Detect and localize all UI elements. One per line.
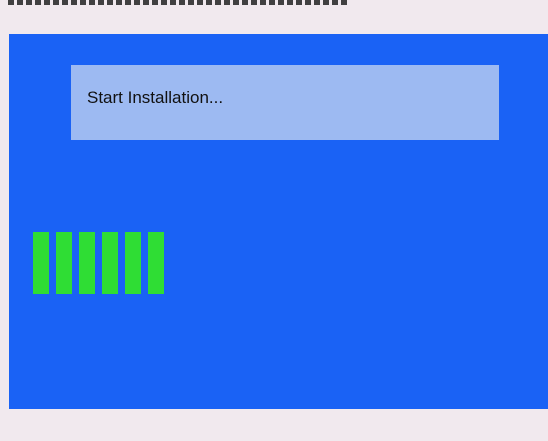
top-border [0,0,548,34]
progress-segment [33,232,49,294]
progress-segment [102,232,118,294]
progress-segment [79,232,95,294]
progress-segment [125,232,141,294]
status-message-box: Start Installation... [71,65,499,140]
video-noise-strip [8,0,348,5]
progress-segment [56,232,72,294]
progress-indicator [33,232,164,294]
installer-panel: Start Installation... [9,34,548,409]
status-message: Start Installation... [87,88,224,107]
bottom-border [0,409,548,441]
progress-segment [148,232,164,294]
installer-screen: Start Installation... [0,0,548,441]
